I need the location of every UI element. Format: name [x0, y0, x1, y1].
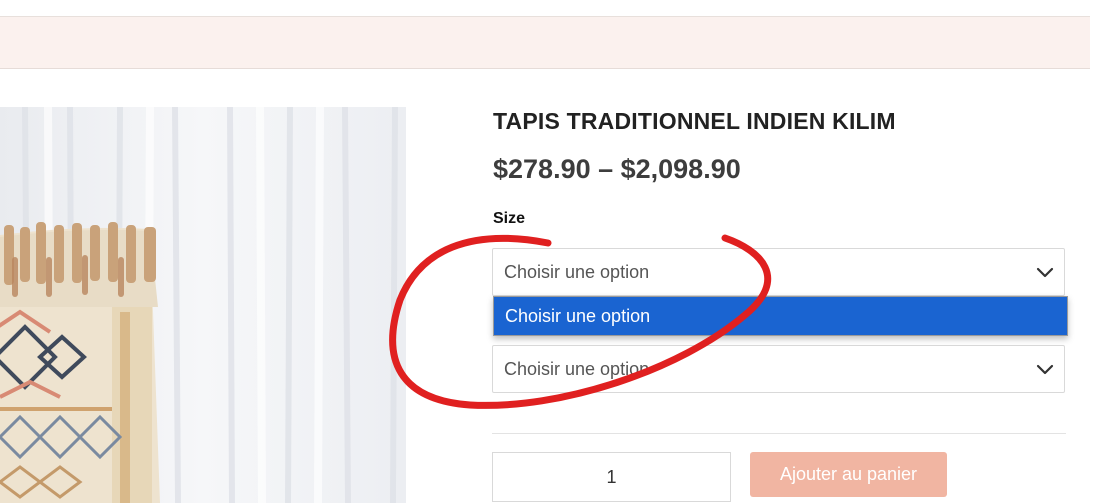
product-title: TAPIS TRADITIONNEL INDIEN KILIM — [493, 108, 896, 134]
second-variation-select[interactable]: Choisir une option — [492, 345, 1065, 393]
add-to-cart-button[interactable]: Ajouter au panier — [750, 452, 947, 497]
dropdown-option-choose[interactable]: Choisir une option — [494, 297, 1067, 335]
quantity-input[interactable]: 1 — [492, 452, 731, 502]
notice-bar — [0, 17, 1090, 69]
chevron-down-icon — [1036, 267, 1054, 278]
chevron-down-icon — [1036, 364, 1054, 375]
divider — [492, 433, 1066, 434]
product-image[interactable] — [0, 107, 406, 503]
product-photo — [0, 107, 406, 503]
page-right-margin — [1090, 0, 1103, 503]
size-select[interactable]: Choisir une option — [492, 248, 1065, 296]
second-select-value: Choisir une option — [504, 359, 650, 379]
product-price-range: $278.90 – $2,098.90 — [493, 154, 741, 184]
top-header-strip — [0, 0, 1090, 17]
size-label: Size — [493, 210, 526, 227]
size-select-value: Choisir une option — [504, 262, 650, 282]
size-select-dropdown: Choisir une option — [493, 296, 1068, 336]
